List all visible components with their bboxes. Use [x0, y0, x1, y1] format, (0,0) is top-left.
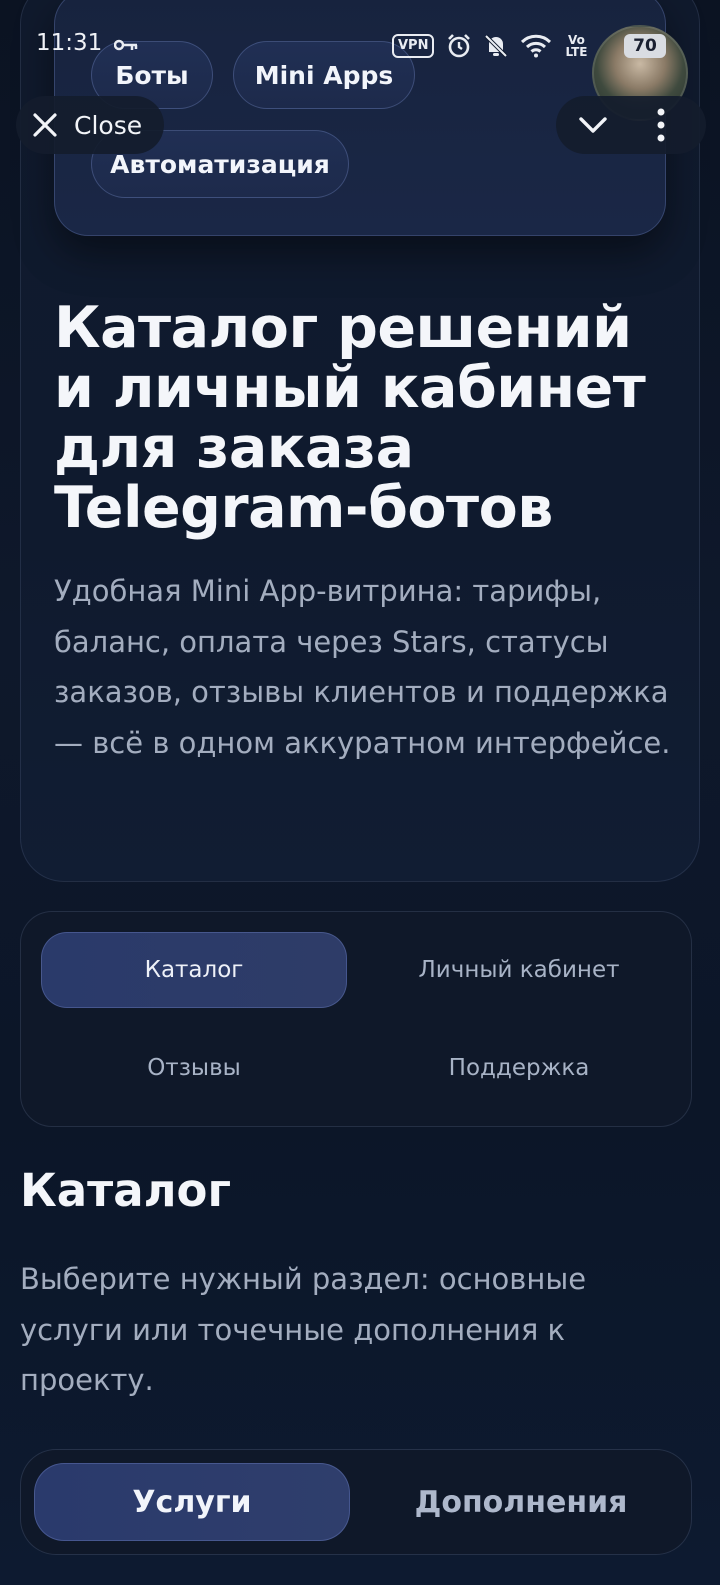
tab-support[interactable]: Поддержка: [365, 1030, 673, 1106]
chevron-down-icon[interactable]: [578, 110, 608, 140]
close-label: Close: [74, 110, 143, 140]
tab-account[interactable]: Личный кабинет: [365, 932, 673, 1008]
hero-description: Удобная Mini App-витрина: тарифы, баланс…: [54, 574, 671, 760]
more-menu-icon[interactable]: [654, 108, 668, 142]
nav-tabs: Каталог Личный кабинет Отзывы Поддержка: [20, 911, 692, 1127]
section-title: Каталог: [20, 1164, 231, 1217]
close-button[interactable]: Close: [16, 96, 164, 154]
key-icon: [114, 39, 138, 51]
segment-services[interactable]: Услуги: [34, 1463, 350, 1541]
tab-reviews[interactable]: Отзывы: [41, 1030, 347, 1106]
segmented-control: Услуги Дополнения: [20, 1449, 692, 1555]
hero-title: Каталог решений и личный кабинет для зак…: [54, 295, 646, 541]
vpn-icon: VPN: [392, 34, 435, 58]
close-icon: [33, 113, 57, 137]
status-bar: 11:31 VPN Vo LTE 70: [0, 0, 720, 121]
mute-bell-icon: [485, 34, 508, 58]
status-time: 11:31: [36, 30, 103, 56]
volte-icon: Vo LTE: [565, 33, 588, 59]
battery-icon: 70: [624, 34, 666, 58]
webapp-controls: [556, 96, 706, 154]
segment-addons[interactable]: Дополнения: [361, 1463, 681, 1541]
alarm-icon: [448, 34, 471, 58]
tab-catalog[interactable]: Каталог: [41, 932, 347, 1008]
section-description: Выберите нужный раздел: основные услуги …: [20, 1262, 587, 1397]
wifi-icon: [521, 34, 552, 58]
